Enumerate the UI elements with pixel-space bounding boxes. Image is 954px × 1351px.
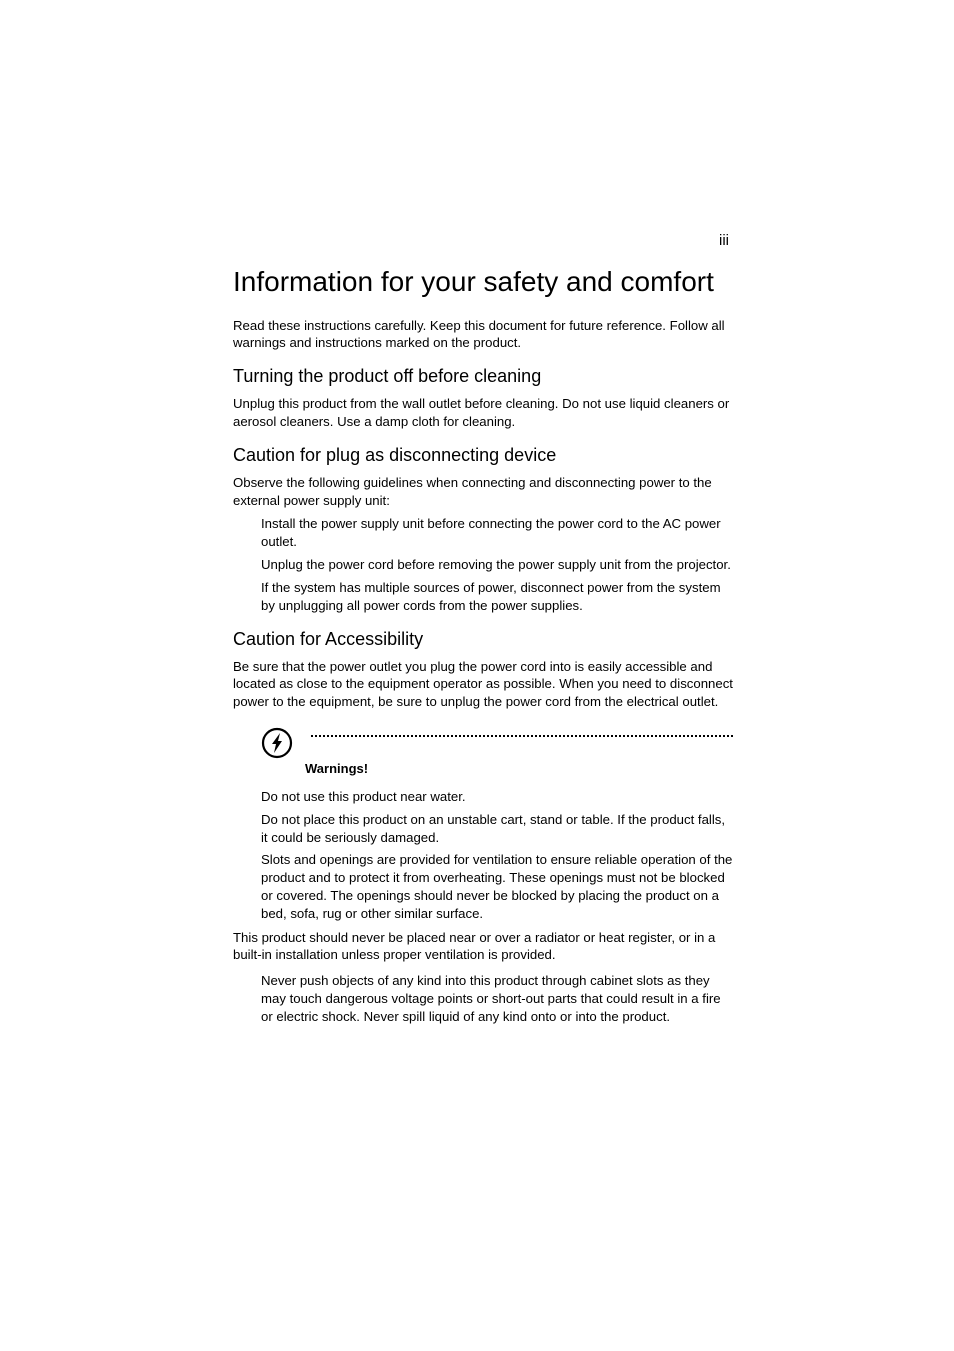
warnings-label: Warnings! xyxy=(305,761,733,776)
section-heading-accessibility: Caution for Accessibility xyxy=(233,629,733,650)
lightning-icon xyxy=(261,727,293,759)
section-heading-cleaning: Turning the product off before cleaning xyxy=(233,366,733,387)
section-body: Unplug this product from the wall outlet… xyxy=(233,395,733,431)
section-body: Observe the following guidelines when co… xyxy=(233,474,733,510)
list-item: Do not place this product on an unstable… xyxy=(261,811,733,847)
list-item: Never push objects of any kind into this… xyxy=(261,972,733,1025)
list-item: If the system has multiple sources of po… xyxy=(261,579,733,615)
bullet-list: Install the power supply unit before con… xyxy=(261,515,733,614)
list-item: Slots and openings are provided for vent… xyxy=(261,851,733,922)
list-item: Do not use this product near water. xyxy=(261,788,733,806)
warning-header xyxy=(261,727,733,759)
list-item: Unplug the power cord before removing th… xyxy=(261,556,733,574)
section-body: Be sure that the power outlet you plug t… xyxy=(233,658,733,711)
dotted-divider xyxy=(311,735,733,737)
bullet-list: Never push objects of any kind into this… xyxy=(261,972,733,1025)
list-item: Install the power supply unit before con… xyxy=(261,515,733,551)
intro-paragraph: Read these instructions carefully. Keep … xyxy=(233,317,733,353)
page-title: Information for your safety and comfort xyxy=(233,265,733,299)
mid-paragraph: This product should never be placed near… xyxy=(233,929,733,965)
page-content: Information for your safety and comfort … xyxy=(233,265,733,1031)
section-heading-plug: Caution for plug as disconnecting device xyxy=(233,445,733,466)
bullet-list: Do not use this product near water. Do n… xyxy=(261,788,733,923)
page-number: iii xyxy=(719,232,729,249)
